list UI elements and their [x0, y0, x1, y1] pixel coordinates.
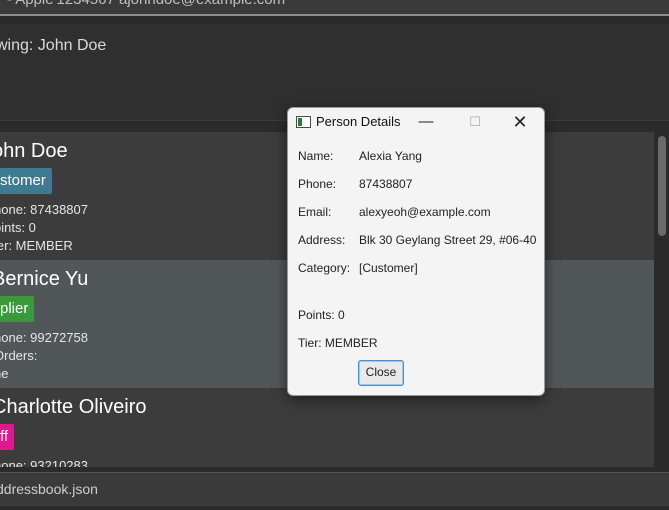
app-icon — [296, 116, 311, 128]
name-value: Alexia Yang — [359, 149, 422, 163]
email-label: Email: — [298, 205, 332, 219]
address-value: Blk 30 Geylang Street 29, #06-40 — [359, 233, 537, 247]
person-points: oints: 0 — [0, 220, 36, 235]
dialog-title: Person Details — [316, 114, 401, 129]
person-name: Charlotte Oliveiro — [0, 396, 147, 418]
command-box-area[interactable]: '- Apple'1234567 ajohndoe@example.com — [0, 0, 669, 16]
email-row: Email: alexyeoh@example.com — [298, 205, 491, 219]
category-value: [Customer] — [359, 261, 418, 275]
person-name: Bernice Yu — [0, 268, 89, 290]
address-label: Address: — [298, 233, 346, 247]
close-button[interactable]: Close — [358, 360, 404, 386]
phone-value: 87438807 — [359, 177, 413, 191]
person-details-dialog: Person Details — ☐ ✕ Name: Alexia Yang P… — [287, 107, 545, 396]
category-tag: stomer — [0, 168, 52, 194]
person-phone: hone: 93210283 — [0, 458, 88, 467]
person-phone: hone: 99272758 — [0, 330, 88, 345]
status-bar: ddressbook.json — [0, 472, 669, 506]
close-window-button[interactable]: ✕ — [509, 111, 531, 133]
person-name: ohn Doe — [0, 140, 68, 162]
person-orders: Orders: — [0, 348, 38, 363]
minimize-button[interactable]: — — [415, 111, 437, 133]
email-value: alexyeoh@example.com — [359, 205, 491, 219]
command-text: '- Apple'1234567 ajohndoe@example.com — [4, 0, 285, 8]
person-card[interactable]: Charlotte Oliveiro ff hone: 93210283 — [0, 388, 654, 467]
save-location: ddressbook.json — [0, 481, 98, 497]
name-row: Name: Alexia Yang — [298, 149, 422, 163]
category-tag: ff — [0, 424, 15, 450]
category-row: Category: [Customer] — [298, 261, 418, 275]
result-text: wing: John Doe — [0, 37, 107, 54]
maximize-button[interactable]: ☐ — [464, 111, 486, 133]
address-row: Address: Blk 30 Geylang Street 29, #06-4… — [298, 233, 536, 247]
phone-label: Phone: — [298, 177, 337, 191]
phone-row: Phone: 87438807 — [298, 177, 412, 191]
scroll-thumb[interactable] — [658, 136, 666, 236]
person-tier: ier: MEMBER — [0, 238, 73, 253]
name-label: Name: — [298, 149, 334, 163]
person-orders-value: ne — [0, 366, 9, 381]
person-phone: hone: 87438807 — [0, 202, 88, 217]
tier-text: Tier: MEMBER — [298, 336, 378, 350]
category-label: Category: — [298, 261, 351, 275]
list-scrollbar[interactable] — [657, 134, 667, 464]
points-text: Points: 0 — [298, 308, 345, 322]
category-tag: plier — [0, 296, 35, 322]
dialog-titlebar[interactable]: Person Details — ☐ ✕ — [288, 108, 544, 136]
